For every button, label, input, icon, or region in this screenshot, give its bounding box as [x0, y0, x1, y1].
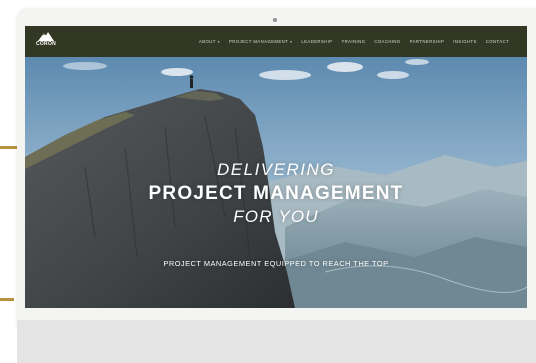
- site-navbar: CORON ABOUT ▾ PROJECT MANAGEMENT ▾ LEADE…: [25, 26, 527, 57]
- hero-headline-line1: DELIVERING: [217, 160, 335, 179]
- nav-item-label: PROJECT MANAGEMENT: [228, 39, 289, 44]
- mountain-logo-icon: [38, 32, 54, 41]
- nav-item-label: LEADERSHIP: [301, 39, 333, 44]
- nav-item-leadership[interactable]: LEADERSHIP: [301, 39, 332, 44]
- logo-text: CORON: [35, 41, 57, 47]
- nav-item-label: INSIGHTS: [453, 39, 477, 44]
- monitor-chin: [17, 320, 536, 363]
- website-screen: CORON ABOUT ▾ PROJECT MANAGEMENT ▾ LEADE…: [25, 26, 527, 308]
- nav-item-label: TRAINING: [341, 39, 366, 44]
- nav-item-coaching[interactable]: COACHING: [374, 39, 400, 44]
- nav-item-label: PARTNERSHIP: [409, 39, 445, 44]
- nav-item-training[interactable]: TRAINING: [342, 39, 366, 44]
- hero-section: DELIVERING PROJECT MANAGEMENT FOR YOU PR…: [25, 57, 527, 308]
- nav-item-label: ABOUT: [198, 39, 216, 44]
- nav-item-about[interactable]: ABOUT ▾: [199, 39, 220, 44]
- nav-menu: ABOUT ▾ PROJECT MANAGEMENT ▾ LEADERSHIP …: [199, 26, 509, 57]
- chevron-down-icon: ▾: [217, 39, 220, 44]
- accent-line-bottom: [0, 298, 14, 301]
- nav-item-partnership[interactable]: PARTNERSHIP: [410, 39, 445, 44]
- hero-headline-line2: PROJECT MANAGEMENT: [148, 183, 404, 204]
- nav-item-label: COACHING: [374, 39, 401, 44]
- nav-item-contact[interactable]: CONTACT: [486, 39, 509, 44]
- nav-item-project-management[interactable]: PROJECT MANAGEMENT ▾: [229, 39, 292, 44]
- chevron-down-icon: ▾: [290, 39, 293, 44]
- nav-item-label: CONTACT: [485, 39, 509, 44]
- hero-headline-line3: FOR YOU: [233, 207, 319, 226]
- camera-dot: [273, 18, 277, 22]
- accent-line-top: [0, 146, 18, 149]
- nav-item-insights[interactable]: INSIGHTS: [453, 39, 477, 44]
- hero-tagline: PROJECT MANAGEMENT EQUIPPED TO REACH THE…: [163, 259, 389, 268]
- site-logo[interactable]: CORON: [33, 31, 59, 53]
